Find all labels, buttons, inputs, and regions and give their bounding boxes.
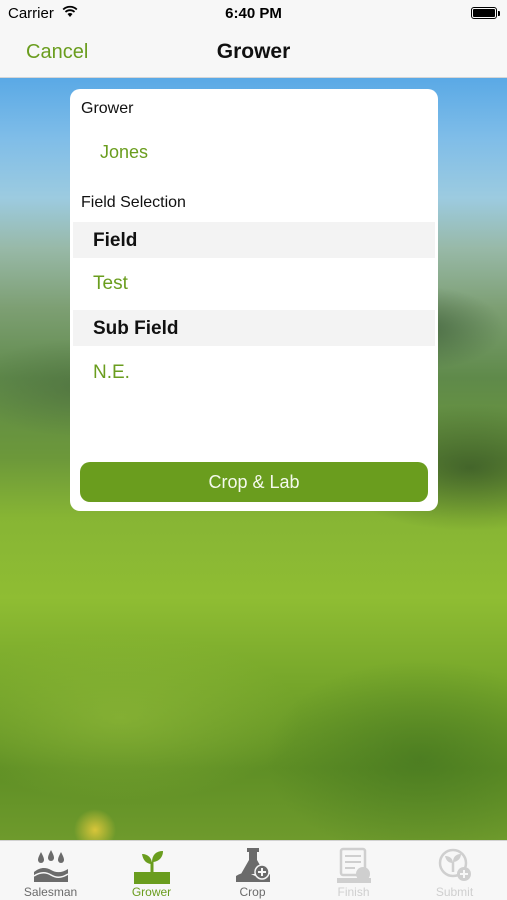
tab-finish[interactable]: Finish: [303, 841, 404, 900]
tab-crop[interactable]: Crop: [202, 841, 303, 900]
tab-submit[interactable]: Submit: [404, 841, 505, 900]
grower-form-card: Grower Jones Field Selection Field Test …: [70, 89, 438, 511]
status-bar: Carrier 6:40 PM: [0, 0, 507, 26]
clock: 6:40 PM: [225, 5, 282, 22]
grower-icon: [134, 851, 170, 884]
sub-field-value[interactable]: N.E.: [93, 362, 130, 384]
finish-icon: [337, 847, 371, 883]
battery-icon: [471, 7, 500, 19]
salesman-icon: [33, 850, 69, 882]
submit-icon: [438, 848, 471, 881]
tab-submit-label: Submit: [435, 885, 474, 899]
tab-grower[interactable]: Grower: [101, 841, 202, 900]
tab-crop-label: Crop: [239, 885, 266, 899]
field-value[interactable]: Test: [93, 273, 128, 295]
tab-finish-label: Finish: [337, 885, 370, 899]
field-section-header: Field: [73, 222, 435, 258]
tab-salesman[interactable]: Salesman: [0, 841, 101, 900]
field-header-label: Field: [93, 230, 138, 251]
tab-salesman-label: Salesman: [23, 885, 78, 899]
crop-icon: [236, 848, 270, 882]
navigation-bar: Cancel Grower: [0, 26, 507, 78]
sub-field-header-label: Sub Field: [93, 318, 179, 339]
grower-label: Grower: [81, 100, 134, 117]
tab-grower-label: Grower: [131, 885, 172, 899]
field-selection-label: Field Selection: [81, 194, 186, 211]
tab-bar: Salesman Grower Crop Finish Submit: [0, 840, 507, 900]
page-title: Grower: [216, 40, 291, 63]
sub-field-section-header: Sub Field: [73, 310, 435, 346]
grower-value[interactable]: Jones: [100, 142, 148, 163]
crop-and-lab-button[interactable]: Crop & Lab: [80, 462, 428, 502]
